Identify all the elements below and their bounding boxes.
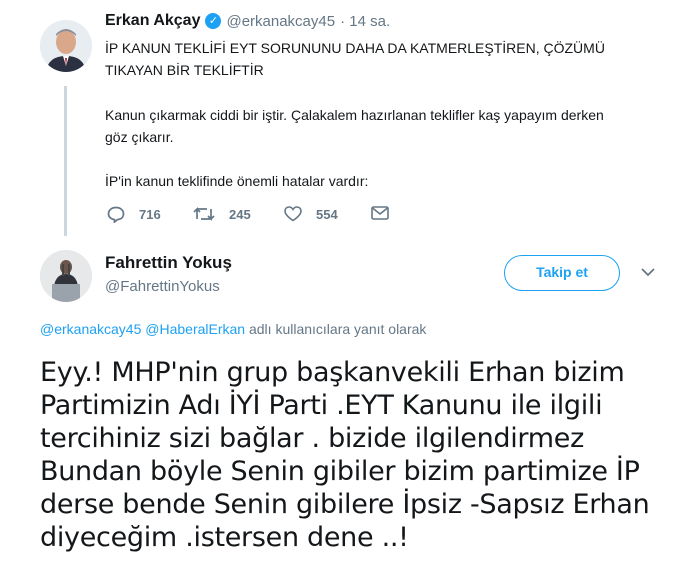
author-handle-2[interactable]: @FahrettinYokus (105, 278, 220, 295)
like-count: 554 (316, 206, 338, 222)
avatar-erkan-akcay[interactable] (40, 20, 92, 72)
tweet1-header: Erkan Akçay ✓ @erkanakcay45 · 14 sa. (105, 12, 390, 30)
like-button[interactable]: 554 (284, 206, 338, 222)
verified-badge-icon: ✓ (205, 13, 222, 29)
author-handle[interactable]: @erkanakcay45 (226, 13, 335, 30)
reply-context: @erkanakcay45 @HaberalErkan adlı kullanı… (40, 321, 426, 337)
mention-haberalerkan[interactable]: @HaberalErkan (145, 321, 245, 337)
tweet2-line4: Bundan böyle Senin gibiler bizim partimi… (40, 456, 640, 487)
heart-icon (284, 206, 302, 222)
retweet-icon (193, 206, 215, 222)
reply-count: 716 (139, 207, 161, 222)
tweet1-line5: İP'in kanun teklifinde önemli hatalar va… (105, 173, 369, 189)
tweet2-line6: diyeceğim .istersen dene ..! (40, 522, 409, 553)
reply-button[interactable]: 716 (107, 206, 161, 223)
tweet2-line5: derse bende Senin gibilere İpsiz -Sapsız… (40, 489, 650, 520)
chevron-down-icon[interactable] (640, 265, 656, 283)
reply-context-text: adlı kullanıcılara yanıt olarak (248, 321, 427, 337)
tweet1-line3: Kanun çıkarmak ciddi bir iştir. Çalakale… (105, 107, 604, 123)
author-name[interactable]: Erkan Akçay (105, 12, 200, 30)
tweet2-line2: Partimizin Adı İYİ Parti .EYT Kanunu ile… (40, 390, 603, 421)
tweet1-line2: TIKAYAN BİR TEKLİFTİR (105, 62, 264, 78)
avatar-fahrettin-yokus[interactable] (40, 250, 92, 302)
retweet-button[interactable]: 245 (193, 206, 251, 222)
tweet2-line1: Eyy.! MHP'nin grup başkanvekili Erhan bi… (40, 357, 625, 388)
tweet2-line3: tercihiniz sizi bağlar . bizide ilgilend… (40, 423, 584, 454)
reply-icon (107, 206, 125, 223)
tweet1-line1: İP KANUN TEKLİFİ EYT SORUNUNU DAHA DA KA… (105, 40, 605, 56)
thread-line (64, 86, 67, 236)
tweet1-line4: göz çıkarır. (105, 129, 174, 145)
mention-erkanakcay45[interactable]: @erkanakcay45 (40, 321, 141, 337)
envelope-icon (371, 206, 389, 220)
follow-button[interactable]: Takip et (504, 255, 620, 291)
direct-message-button[interactable] (371, 206, 403, 220)
tweet-timestamp[interactable]: · 14 sa. (340, 13, 390, 30)
retweet-count: 245 (229, 206, 251, 222)
author-name-2[interactable]: Fahrettin Yokuş (105, 253, 232, 273)
